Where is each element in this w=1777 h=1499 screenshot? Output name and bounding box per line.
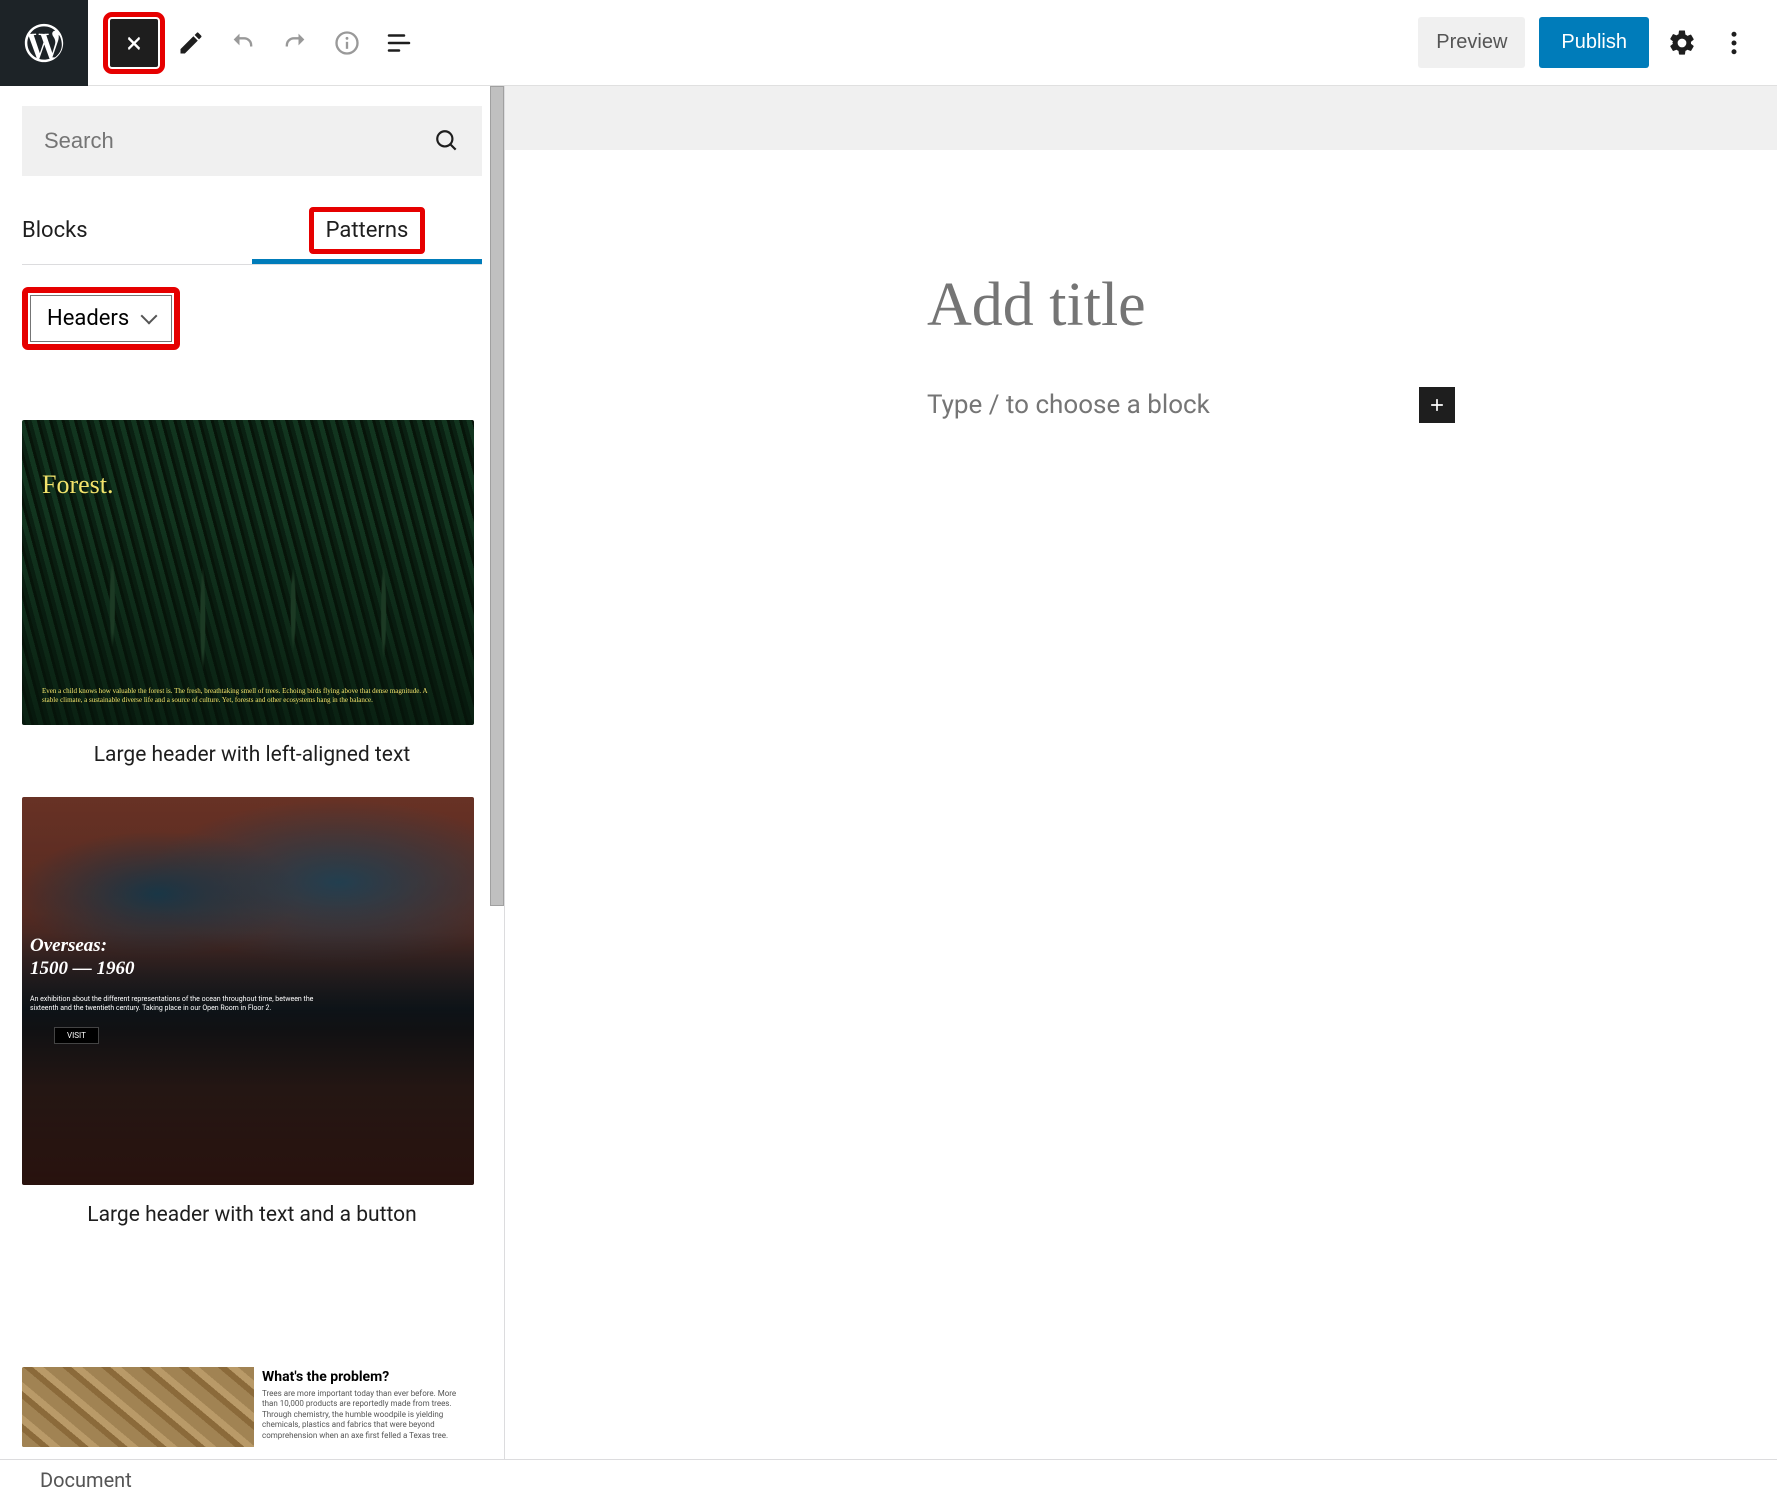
preview-button[interactable]: Preview [1418, 17, 1525, 68]
tab-patterns-label: Patterns [309, 207, 426, 254]
redo-button[interactable] [276, 24, 314, 62]
editor-page[interactable]: Add title Type / to choose a block [547, 150, 1765, 1350]
pattern-item-problem[interactable]: What's the problem? Trees are more impor… [22, 1367, 482, 1447]
pattern-thumb: Overseas: 1500 — 1960 An exhibition abou… [22, 797, 474, 1185]
search-input[interactable] [44, 128, 434, 154]
pattern-thumb-tinytext: Trees are more important today than ever… [262, 1389, 466, 1441]
toggle-block-inserter-button[interactable] [110, 19, 158, 67]
wordpress-logo[interactable] [0, 0, 88, 86]
undo-button[interactable] [224, 24, 262, 62]
pattern-category-value: Headers [47, 306, 129, 331]
search-icon [434, 128, 460, 154]
pattern-thumb: What's the problem? Trees are more impor… [22, 1367, 474, 1447]
pattern-item-forest[interactable]: Forest. Even a child knows how valuable … [22, 420, 482, 767]
settings-button[interactable] [1663, 24, 1701, 62]
inserter-scrollbar[interactable] [490, 86, 504, 906]
gear-icon [1667, 28, 1697, 58]
undo-icon [229, 29, 257, 57]
publish-button[interactable]: Publish [1539, 17, 1649, 68]
inserter-search[interactable] [22, 106, 482, 176]
pattern-thumb-title: Overseas: 1500 — 1960 [30, 935, 135, 981]
breadcrumb[interactable]: Document [40, 1468, 132, 1492]
block-inserter-panel: Blocks Patterns Headers Forest. Even a c… [0, 86, 505, 1459]
pattern-thumb-title: What's the problem? [262, 1369, 466, 1385]
more-vertical-icon [1719, 28, 1749, 58]
pattern-category-select[interactable]: Headers [30, 295, 172, 342]
pattern-thumb-button: VISIT [54, 1027, 99, 1044]
pattern-thumb-tinytext: Even a child knows how valuable the fore… [42, 687, 434, 705]
pattern-thumb-image [22, 1367, 254, 1447]
pattern-item-overseas[interactable]: Overseas: 1500 — 1960 An exhibition abou… [22, 797, 482, 1227]
block-placeholder-text: Type / to choose a block [927, 390, 1210, 420]
toolbar-left-group [88, 19, 418, 67]
wordpress-icon [21, 20, 67, 66]
inserter-tabs: Blocks Patterns [22, 202, 482, 265]
pattern-thumb-tinytext: An exhibition about the different repres… [30, 995, 314, 1013]
toolbar-right-group: Preview Publish [1418, 17, 1777, 68]
pattern-category-highlight: Headers [22, 287, 180, 350]
info-icon [333, 29, 361, 57]
close-icon [123, 32, 145, 54]
editor-footer: Document [0, 1459, 1777, 1499]
default-block-appender[interactable]: Type / to choose a block [927, 387, 1455, 423]
tools-edit-button[interactable] [172, 24, 210, 62]
post-title-input[interactable]: Add title [927, 270, 1455, 341]
more-options-button[interactable] [1715, 24, 1753, 62]
details-button[interactable] [328, 24, 366, 62]
pattern-thumb: Forest. Even a child knows how valuable … [22, 420, 474, 725]
tab-blocks[interactable]: Blocks [22, 202, 252, 264]
tab-patterns[interactable]: Patterns [252, 202, 482, 264]
patterns-list: Forest. Even a child knows how valuable … [22, 420, 482, 1447]
editor-canvas-area: Add title Type / to choose a block [505, 86, 1777, 1459]
add-block-button[interactable] [1419, 387, 1455, 423]
pattern-thumb-title: Forest. [42, 470, 114, 500]
pattern-caption: Large header with left-aligned text [22, 743, 482, 767]
pencil-icon [177, 29, 205, 57]
plus-icon [1427, 395, 1447, 415]
pattern-caption: Large header with text and a button [22, 1203, 482, 1227]
editor-top-toolbar: Preview Publish [0, 0, 1777, 86]
redo-icon [281, 29, 309, 57]
list-view-icon [384, 28, 414, 58]
outline-button[interactable] [380, 24, 418, 62]
chevron-down-icon [143, 306, 155, 331]
